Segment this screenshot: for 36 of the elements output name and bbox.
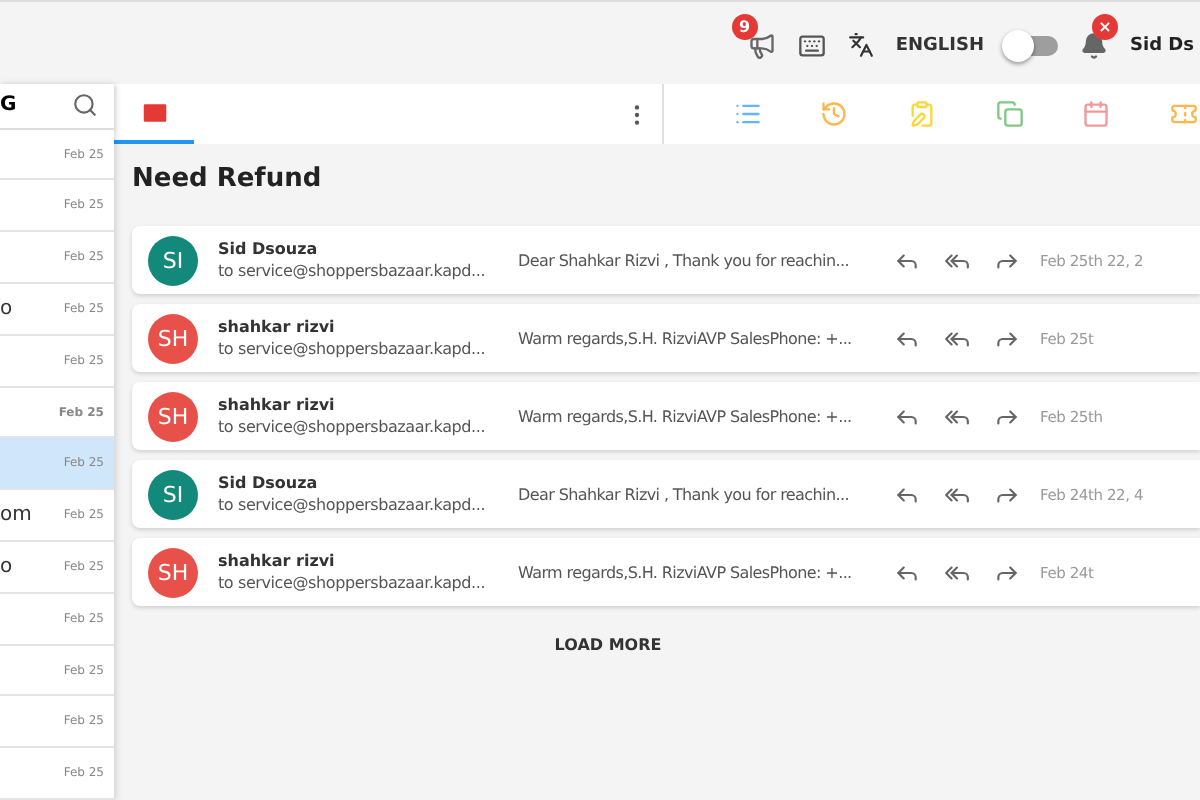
load-more-button[interactable]: LOAD MORE <box>546 628 670 662</box>
avatar: SH <box>148 547 198 597</box>
conversation-text: om <box>0 504 32 527</box>
sender-name: shahkar rizvi <box>218 396 337 414</box>
language-label[interactable]: ENGLISH <box>895 35 985 55</box>
user-name[interactable]: Sid Ds <box>1130 35 1194 55</box>
clipboard-icon[interactable] <box>908 100 937 128</box>
sender-name: Sid Dsouza <box>218 474 320 492</box>
conversation-text: o <box>0 297 13 320</box>
close-badge: × <box>1092 13 1119 39</box>
recipient-text: to service@shoppersbazaar.kapd... <box>218 574 488 592</box>
message-snippet: Dear Shahkar Rizvi , Thank you for reachin... <box>518 251 851 269</box>
avatar: SH <box>148 313 198 363</box>
avatar: SH <box>148 391 198 441</box>
recipient-text: to service@shoppersbazaar.kapd... <box>218 418 488 436</box>
translate-icon[interactable] <box>847 32 874 58</box>
recipient-text: to service@shoppersbazaar.kapd... <box>218 340 488 358</box>
bell-icon[interactable] <box>1080 31 1109 59</box>
sender-name: shahkar rizvi <box>218 552 337 570</box>
search-icon[interactable] <box>72 92 98 119</box>
message-snippet: Warm regards,S.H. RizviAVP SalesPhone: +... <box>518 563 854 581</box>
conversation-text: o <box>0 555 13 578</box>
megaphone-icon[interactable] <box>747 31 776 59</box>
sender-name: shahkar rizvi <box>218 318 337 336</box>
avatar: SI <box>148 235 198 285</box>
sender-name: Sid Dsouza <box>218 240 320 258</box>
subject-title: Need Refund <box>132 164 324 194</box>
message-snippet: Dear Shahkar Rizvi , Thank you for reachin... <box>518 485 851 503</box>
message-snippet: Warm regards,S.H. RizviAVP SalesPhone: +... <box>518 407 854 425</box>
keyboard-icon[interactable] <box>797 31 826 59</box>
recipient-text: to service@shoppersbazaar.kapd... <box>218 496 488 514</box>
message-snippet: Warm regards,S.H. RizviAVP SalesPhone: +... <box>518 329 854 347</box>
count-badge: 9 <box>731 13 758 39</box>
avatar: SI <box>148 469 198 519</box>
column-heading: G <box>0 94 17 117</box>
recipient-text: to service@shoppersbazaar.kapd... <box>218 262 488 280</box>
